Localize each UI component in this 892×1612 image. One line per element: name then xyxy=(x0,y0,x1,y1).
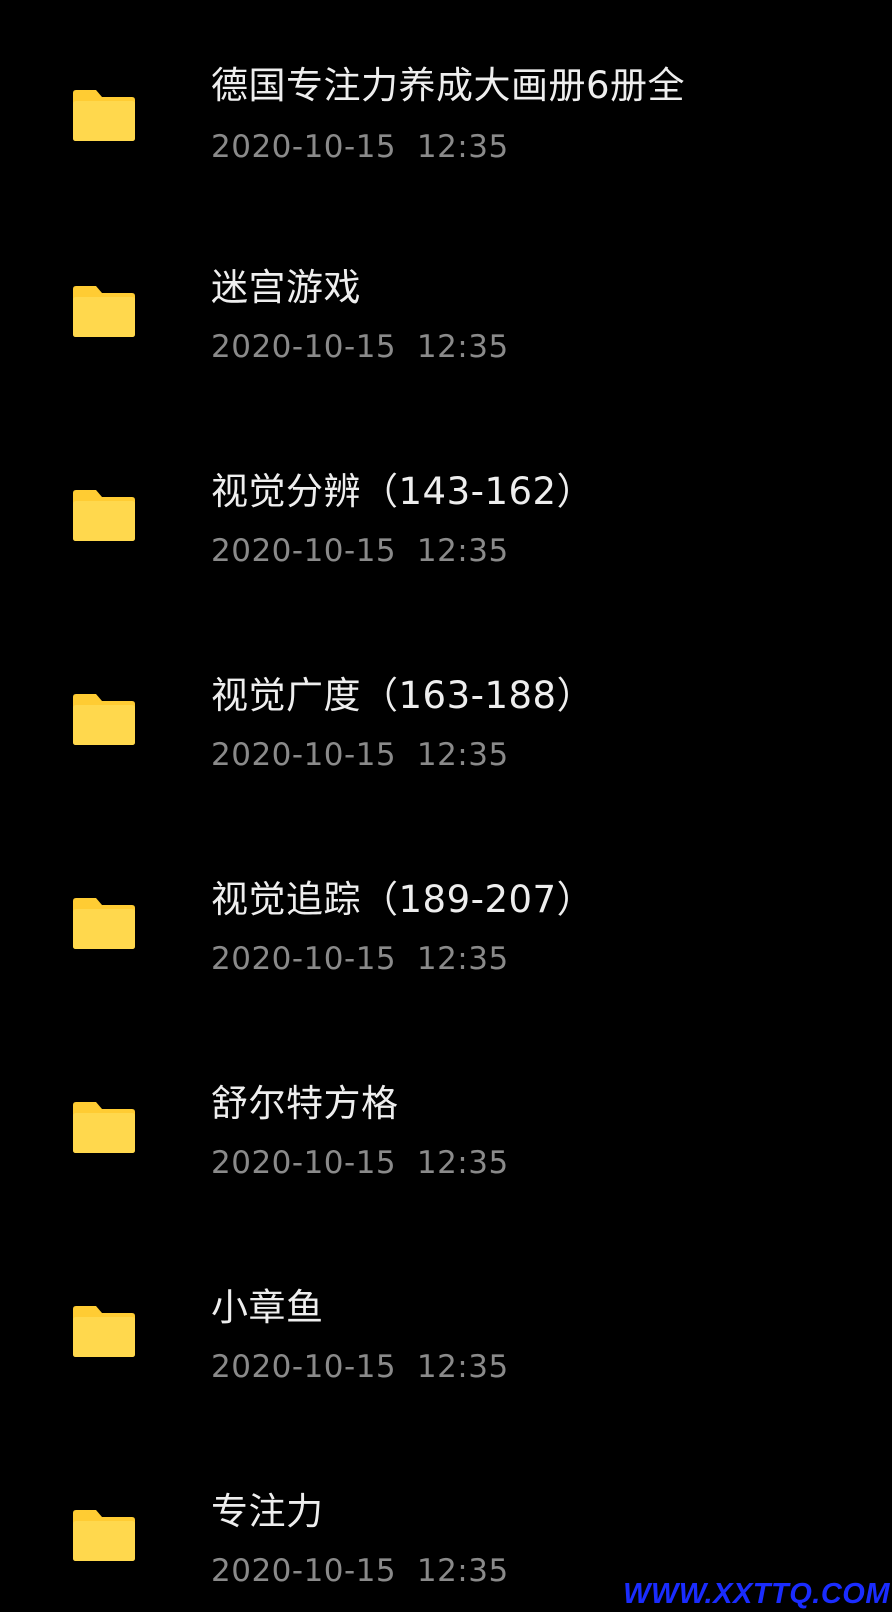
folder-date: 2020-10-15 12:35 xyxy=(211,1349,509,1385)
folder-item[interactable]: 迷宫游戏 2020-10-15 12:35 xyxy=(0,248,892,452)
folder-name: 迷宫游戏 xyxy=(211,266,361,309)
folder-name: 德国专注力养成大画册6册全 xyxy=(211,64,686,107)
folder-item[interactable]: 视觉广度（163-188） 2020-10-15 12:35 xyxy=(0,656,892,860)
folder-icon xyxy=(73,694,135,745)
folder-icon xyxy=(73,490,135,541)
folder-item[interactable]: 小章鱼 2020-10-15 12:35 xyxy=(0,1268,892,1472)
watermark: WWW.XXTTQ.COM xyxy=(623,1578,890,1610)
folder-date: 2020-10-15 12:35 xyxy=(211,329,509,365)
folder-icon xyxy=(73,1306,135,1357)
folder-date: 2020-10-15 12:35 xyxy=(211,129,509,165)
folder-name: 舒尔特方格 xyxy=(211,1082,399,1125)
folder-date: 2020-10-15 12:35 xyxy=(211,533,509,569)
folder-icon xyxy=(73,898,135,949)
folder-date: 2020-10-15 12:35 xyxy=(211,1553,509,1589)
folder-date: 2020-10-15 12:35 xyxy=(211,737,509,773)
folder-name: 视觉追踪（189-207） xyxy=(211,878,595,921)
folder-item[interactable]: 德国专注力养成大画册6册全 2020-10-15 12:35 xyxy=(0,44,892,248)
folder-name: 小章鱼 xyxy=(211,1286,324,1329)
folder-item[interactable]: 视觉分辨（143-162） 2020-10-15 12:35 xyxy=(0,452,892,656)
folder-name: 专注力 xyxy=(211,1490,324,1533)
folder-icon xyxy=(73,1102,135,1153)
folder-icon xyxy=(73,90,135,141)
file-list: 德国专注力养成大画册6册全 2020-10-15 12:35 迷宫游戏 2020… xyxy=(0,0,892,1612)
folder-item[interactable]: 舒尔特方格 2020-10-15 12:35 xyxy=(0,1064,892,1268)
folder-date: 2020-10-15 12:35 xyxy=(211,1145,509,1181)
folder-icon xyxy=(73,286,135,337)
folder-date: 2020-10-15 12:35 xyxy=(211,941,509,977)
folder-name: 视觉广度（163-188） xyxy=(211,674,595,717)
folder-name: 视觉分辨（143-162） xyxy=(211,470,595,513)
folder-item[interactable]: 视觉追踪（189-207） 2020-10-15 12:35 xyxy=(0,860,892,1064)
folder-icon xyxy=(73,1510,135,1561)
